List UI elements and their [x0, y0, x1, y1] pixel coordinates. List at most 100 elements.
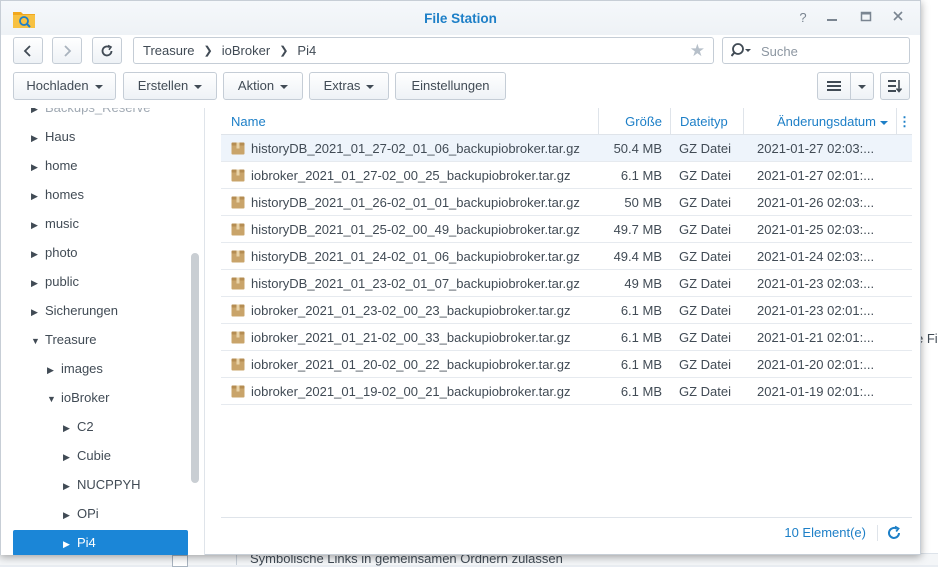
- caret-right-icon[interactable]: ▶: [47, 357, 61, 383]
- caret-right-icon[interactable]: ▶: [63, 415, 77, 441]
- table-row[interactable]: iobroker_2021_01_20-02_00_22_backupiobro…: [221, 351, 912, 378]
- caret-right-icon[interactable]: ▶: [31, 299, 45, 325]
- sidebar-item-homes[interactable]: ▶ homes: [31, 182, 84, 208]
- caret-right-icon[interactable]: ▶: [31, 270, 45, 296]
- caret-right-icon[interactable]: ▶: [31, 108, 45, 122]
- file-size: 49.7 MB: [613, 222, 662, 237]
- column-header-size[interactable]: Größe: [598, 108, 670, 135]
- caret-right-icon[interactable]: ▶: [63, 502, 77, 528]
- caret-right-icon[interactable]: ▶: [31, 212, 45, 238]
- sidebar-item-backups-reserve[interactable]: ▶Backups_Reserve: [31, 108, 151, 121]
- folder-tree: ▶Backups_Reserve ▶Haus ▶home ▶homes ▶music ▶p…: [1, 108, 205, 555]
- title-bar[interactable]: File Station ?: [1, 1, 920, 35]
- table-row[interactable]: iobroker_2021_01_19-02_00_21_backupiobro…: [221, 378, 912, 405]
- action-button[interactable]: Aktion: [223, 72, 303, 100]
- file-type: GZ Datei: [679, 141, 732, 156]
- star-icon[interactable]: ★: [690, 41, 705, 61]
- sidebar-item-photo[interactable]: ▶ photo: [31, 240, 78, 266]
- file-modified: 2021-01-24 02:03:...: [757, 249, 875, 264]
- archive-file-icon: [231, 385, 245, 398]
- sidebar-item-pi4[interactable]: ▶ Pi4: [13, 530, 188, 555]
- archive-file-icon: [231, 358, 245, 371]
- column-options-icon[interactable]: ⋮: [896, 108, 912, 135]
- file-modified: 2021-01-26 02:03:...: [757, 195, 875, 210]
- table-row[interactable]: historyDB_2021_01_23-02_01_07_backupiobr…: [221, 270, 912, 297]
- minimize-icon[interactable]: [824, 10, 840, 26]
- table-row[interactable]: historyDB_2021_01_25-02_00_49_backupiobr…: [221, 216, 912, 243]
- sidebar-item-public[interactable]: ▶ public: [31, 269, 79, 295]
- upload-label: Hochladen: [26, 78, 89, 93]
- breadcrumb-item[interactable]: Pi4: [297, 43, 316, 58]
- extras-button[interactable]: Extras: [309, 72, 389, 100]
- window-title: File Station: [424, 11, 497, 26]
- table-row[interactable]: iobroker_2021_01_21-02_00_33_backupiobro…: [221, 324, 912, 351]
- file-name: iobroker_2021_01_27-02_00_25_backupiobro…: [251, 168, 571, 183]
- file-modified: 2021-01-25 02:03:...: [757, 222, 875, 237]
- sidebar-item-iobroker[interactable]: ▼ ioBroker: [47, 385, 109, 411]
- caret-right-icon[interactable]: ▶: [63, 444, 77, 470]
- table-row[interactable]: iobroker_2021_01_27-02_00_25_backupiobro…: [221, 162, 912, 189]
- status-divider: [877, 525, 878, 541]
- file-type: GZ Datei: [679, 276, 732, 291]
- sidebar-item-treasure[interactable]: ▼ Treasure: [31, 327, 97, 353]
- file-name: historyDB_2021_01_25-02_00_49_backupiobr…: [251, 222, 580, 237]
- view-options-button[interactable]: [850, 72, 874, 100]
- table-row[interactable]: historyDB_2021_01_27-02_01_06_backupiobr…: [221, 135, 912, 162]
- refresh-path-button[interactable]: [92, 37, 122, 64]
- create-button[interactable]: Erstellen: [123, 72, 217, 100]
- file-name: iobroker_2021_01_19-02_00_21_backupiobro…: [251, 384, 571, 399]
- caret-right-icon[interactable]: ▶: [31, 241, 45, 267]
- caret-down-icon[interactable]: ▼: [47, 386, 61, 412]
- chevron-right-icon: [64, 45, 72, 57]
- sidebar-item-opi[interactable]: ▶ OPi: [63, 501, 99, 527]
- column-header-name[interactable]: Name: [221, 108, 598, 135]
- upload-button[interactable]: Hochladen: [13, 72, 116, 100]
- sidebar-scrollbar[interactable]: [191, 253, 199, 483]
- search-icon[interactable]: [731, 42, 751, 60]
- archive-file-icon: [231, 169, 245, 182]
- column-size-label: Größe: [625, 114, 662, 129]
- caret-right-icon[interactable]: ▶: [31, 154, 45, 180]
- caret-right-icon[interactable]: ▶: [31, 125, 45, 151]
- caret-right-icon[interactable]: ▶: [63, 531, 77, 555]
- background-checkbox[interactable]: [172, 555, 188, 567]
- search-input[interactable]: [761, 42, 901, 60]
- sidebar-item-home[interactable]: ▶ home: [31, 153, 78, 179]
- sidebar-item-images[interactable]: ▶ images: [47, 356, 103, 382]
- close-icon[interactable]: [890, 10, 906, 26]
- reload-icon: [101, 44, 113, 57]
- maximize-icon[interactable]: [858, 10, 874, 26]
- table-row[interactable]: historyDB_2021_01_26-02_01_01_backupiobr…: [221, 189, 912, 216]
- sidebar-item-cubie[interactable]: ▶ Cubie: [63, 443, 111, 469]
- caret-right-icon[interactable]: ▶: [63, 473, 77, 499]
- refresh-icon[interactable]: [886, 525, 902, 541]
- sidebar-item-c2[interactable]: ▶ C2: [63, 414, 94, 440]
- column-header-type[interactable]: Dateityp: [670, 108, 743, 135]
- file-modified: 2021-01-27 02:01:...: [757, 168, 875, 183]
- breadcrumb-item[interactable]: Treasure: [143, 43, 195, 58]
- table-row[interactable]: iobroker_2021_01_23-02_00_23_backupiobro…: [221, 297, 912, 324]
- list-view-button[interactable]: [817, 72, 851, 100]
- forward-button[interactable]: [52, 37, 82, 64]
- sidebar-item-nucppyh[interactable]: ▶ NUCPPYH: [63, 472, 141, 498]
- chevron-down-icon: [280, 84, 289, 89]
- archive-file-icon: [231, 304, 245, 317]
- sidebar-item-music[interactable]: ▶ music: [31, 211, 79, 237]
- sort-button[interactable]: [880, 72, 910, 100]
- file-type: GZ Datei: [679, 249, 732, 264]
- caret-right-icon[interactable]: ▶: [31, 183, 45, 209]
- breadcrumb-item[interactable]: ioBroker: [222, 43, 270, 58]
- back-button[interactable]: [13, 37, 43, 64]
- path-bar[interactable]: Treasure ❯ ioBroker ❯ Pi4 ★: [133, 37, 714, 64]
- settings-button[interactable]: Einstellungen: [395, 72, 506, 100]
- archive-file-icon: [231, 223, 245, 236]
- sidebar-item-haus[interactable]: ▶ Haus: [31, 124, 75, 150]
- search-box[interactable]: [722, 37, 910, 64]
- table-row[interactable]: historyDB_2021_01_24-02_01_06_backupiobr…: [221, 243, 912, 270]
- column-header-modified[interactable]: Änderungsdatum: [743, 108, 896, 135]
- sidebar-item-sicherungen[interactable]: ▶ Sicherungen: [31, 298, 118, 324]
- sidebar-item-label: NUCPPYH: [77, 477, 141, 492]
- help-icon[interactable]: ?: [795, 10, 811, 26]
- archive-file-icon: [231, 196, 245, 209]
- caret-down-icon[interactable]: ▼: [31, 328, 45, 354]
